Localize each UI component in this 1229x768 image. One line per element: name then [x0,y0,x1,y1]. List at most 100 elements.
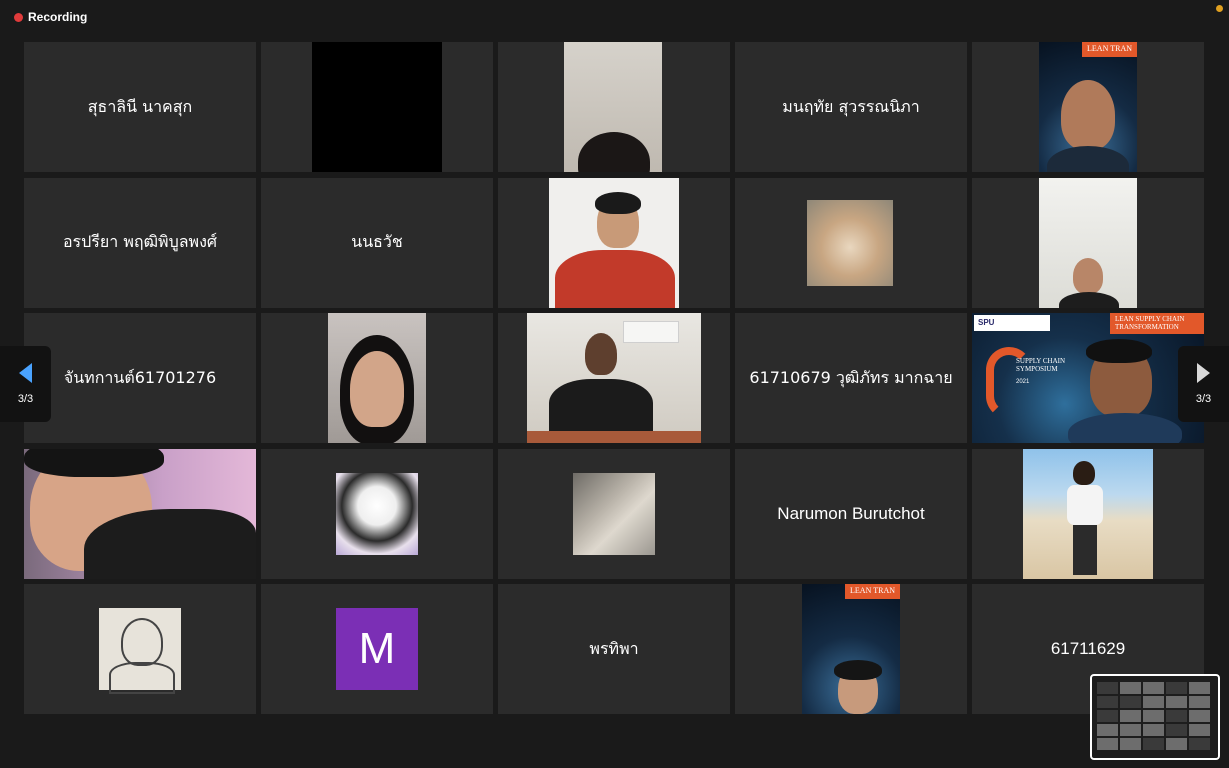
person-shirt [1067,484,1103,525]
video-feed: SPU LEAN SUPPLY CHAIN TRANSFORMATION SUP… [972,313,1204,443]
page-indicator: 3/3 [17,393,34,405]
status-dot-icon [1216,5,1223,12]
participant-name: มนฤทัย สุวรรณนิภา [782,96,920,116]
minimap-cell [1166,710,1187,722]
sketch-face [121,618,163,666]
profile-photo-beach [1023,448,1153,579]
participant-tile[interactable]: Narumon Burutchot [735,448,967,579]
person-face [1061,80,1115,150]
minimap-cell [1120,682,1141,694]
participant-tile[interactable]: มนฤทัย สุวรรณนิภา [735,42,967,172]
participant-tile[interactable]: นนธวัช [261,177,493,308]
participant-tile[interactable]: สุธาลินี นาคสุก [24,42,256,172]
participant-tile-video[interactable]: LEAN TRAN [735,584,967,714]
participant-name: จันทกานต์61701276 [63,367,217,387]
participant-tile[interactable]: พรทิพา [498,584,730,714]
minimap-cell [1166,696,1187,708]
minimap-cell [1143,738,1164,750]
participant-tile-photo[interactable] [498,448,730,579]
video-feed [328,313,426,443]
next-page-button[interactable]: 3/3 [1178,346,1229,422]
recording-dot-icon [14,12,23,22]
participant-name: 61711629 [1050,639,1126,658]
minimap-cell [1166,724,1187,736]
participant-tile-photo[interactable] [261,448,493,579]
participant-name: สุธาลินี นาคสุก [87,96,193,116]
participant-tile-video[interactable]: SPU LEAN SUPPLY CHAIN TRANSFORMATION SUP… [972,313,1204,443]
profile-photo-sketch [99,608,181,694]
minimap-cell [1189,738,1210,750]
video-feed [564,42,662,172]
participant-tile-video[interactable]: LEAN TRAN [972,42,1204,172]
sketch-body [109,662,175,694]
person-face [350,351,404,427]
profile-photo-dog [807,199,893,286]
minimap-cell [1097,682,1118,694]
participant-tile-photo[interactable] [24,584,256,714]
spu-logo: SPU [974,315,1050,331]
video-feed [1039,177,1137,308]
participant-tile-video[interactable] [24,448,256,579]
minimap-cell [1097,710,1118,722]
profile-photo-flowers [573,472,655,555]
recording-indicator[interactable]: Recording [14,10,87,24]
person-face [1073,460,1095,485]
person-silhouette [578,132,650,172]
video-feed [527,313,701,443]
minimap-cell [1097,738,1118,750]
symposium-year: 2021 [1016,379,1030,385]
avatar: M [336,608,418,690]
banner-tag: LEAN TRAN [1082,42,1137,57]
participant-tile-video[interactable] [498,313,730,443]
participant-tile-photo[interactable] [735,177,967,308]
minimap-cell [1166,682,1187,694]
person-pants [1073,524,1097,575]
minimap-cell [1120,724,1141,736]
video-feed [549,177,679,308]
participant-tile[interactable]: อรปรียา พฤฒิพิบูลพงศ์ [24,177,256,308]
minimap-cell [1097,696,1118,708]
minimap-cell [1143,724,1164,736]
participant-tile[interactable]: M [261,584,493,714]
video-feed [312,42,442,172]
person-hair [1086,339,1152,363]
page-indicator: 3/3 [1195,393,1212,405]
participant-name: นนธวัช [351,232,403,251]
banner-tag: LEAN SUPPLY CHAIN TRANSFORMATION [1110,313,1204,335]
symposium-title: SUPPLY CHAIN SYMPOSIUM [1016,357,1066,374]
gallery-minimap[interactable] [1090,674,1220,760]
participant-name: พรทิพา [589,638,639,658]
person-body [1068,413,1182,443]
person-face [1073,257,1103,294]
video-feed: LEAN TRAN [802,584,900,714]
participant-grid: สุธาลินี นาคสุก มนฤทัย สุวรรณนิภา LEAN T… [24,42,1204,714]
person-body [1059,291,1119,308]
minimap-cell [1143,682,1164,694]
minimap-cell [1120,738,1141,750]
video-feed [24,448,256,579]
minimap-cell [1143,710,1164,722]
person-hair [24,448,164,477]
minimap-cell [1189,710,1210,722]
person-hair [834,660,882,680]
participant-tile[interactable]: จันทกานต์61701276 [24,313,256,443]
participant-tile-video[interactable] [261,42,493,172]
person-shirt [84,508,256,579]
participant-tile[interactable]: 61710679 วุฒิภัทร มากฉาย [735,313,967,443]
participant-tile-video[interactable] [498,177,730,308]
minimap-cell [1189,682,1210,694]
person-body [1047,146,1129,172]
minimap-cell [1166,738,1187,750]
minimap-cell [1189,724,1210,736]
minimap-cell [1120,696,1141,708]
chevron-left-icon [19,363,32,383]
participant-name: อรปรียา พฤฒิพิบูลพงศ์ [62,232,218,251]
previous-page-button[interactable]: 3/3 [0,346,51,422]
recording-label: Recording [28,10,88,24]
participant-tile-video[interactable] [498,42,730,172]
minimap-cell [1120,710,1141,722]
participant-tile-video[interactable] [261,313,493,443]
participant-tile-video[interactable] [972,177,1204,308]
participant-tile-photo[interactable] [972,448,1204,579]
video-feed: LEAN TRAN [1039,42,1137,172]
